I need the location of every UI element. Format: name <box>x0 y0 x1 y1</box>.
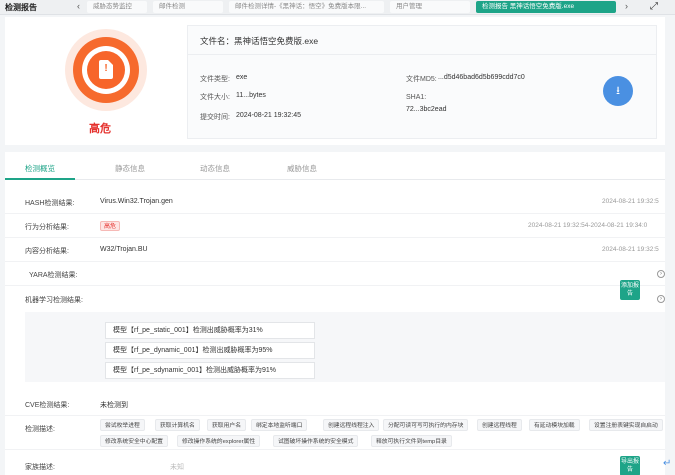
page: 检测报告 ‹ 威胁态势监控 邮件检测 邮件检测详情-《黑神话：悟空》免费版本限.… <box>0 0 675 475</box>
result-row-cve: CVE检测结果: 未检测到 <box>5 392 665 416</box>
subtab-dynamic[interactable]: 动态信息 <box>200 163 230 174</box>
behavior-chip: 试图破坏操作系统的安全模式 <box>273 435 359 447</box>
tab-report-active[interactable]: 检测报告 黑神话悟空免费版.exe <box>476 1 616 13</box>
subtab-active-indicator <box>5 178 75 180</box>
behavior-chip: 设置注册表键实现自启动 <box>589 419 663 431</box>
content-result-time: 2024-08-21 19:32:5 <box>602 246 659 253</box>
tab-mail-detect[interactable]: 邮件检测 <box>153 1 223 13</box>
hash-result-time: 2024-08-21 19:32:5 <box>602 198 659 205</box>
hash-result-value: Virus.Win32.Trojan.gen <box>100 198 173 205</box>
sha1-label: SHA1: <box>406 94 427 101</box>
md5-value: ...d5d46bad6d5b699cdd7c0 <box>438 74 525 81</box>
behavior-chip: 释放可执行文件到temp目录 <box>371 435 452 447</box>
ml-result-item: 模型【rf_pe_static_001】检测出威胁概率为31% <box>105 322 315 339</box>
export-report-button[interactable]: 导出报告 <box>620 456 640 475</box>
yara-expand-icon[interactable]: › <box>657 270 665 278</box>
result-row-ml: 机器学习检测结果: › <box>5 287 665 311</box>
behavior-chip: 修改操作系统的explorer属性 <box>177 435 261 447</box>
result-row-yara: YARA检测结果: › <box>5 262 665 286</box>
behavior-chip: 修改系统安全中心配置 <box>100 435 168 447</box>
top-bar: 检测报告 ‹ 威胁态势监控 邮件检测 邮件检测详情-《黑神话：悟空》免费版本限.… <box>0 0 675 15</box>
content-result-value: W32/Trojan.BU <box>100 246 148 253</box>
family-desc-label: 家族描述: <box>25 464 55 471</box>
subtab-overview[interactable]: 检测概览 <box>25 163 55 174</box>
behavior-chip: 分配可读可写可执行的内存块 <box>383 419 469 431</box>
sha1-value: 72...3bc2ead <box>406 106 447 113</box>
risk-icon: ! <box>65 29 147 111</box>
behavior-result-label: 行为分析结果: <box>25 224 69 231</box>
report-header-card: ! 高危 文件名：黑神话悟空免费版.exe 文件类型: exe 文件大小: 11… <box>5 17 665 145</box>
behavior-chip: 尝试枚举进程 <box>100 419 145 431</box>
result-row-detect-desc: 检测描述: 尝试枚举进程 获取计算机名 获取用户名 绑定本地监听端口 创建远程线… <box>5 280 665 450</box>
file-size-value: 11...bytes <box>236 92 266 99</box>
tabs-prev-icon[interactable]: ‹ <box>77 1 80 11</box>
submit-time-label: 提交时间: <box>200 114 230 121</box>
md5-label: 文件MD5: <box>406 76 437 83</box>
behavior-chip: 有延动模块加载 <box>529 419 580 431</box>
result-row-hash: HASH检测结果: Virus.Win32.Trojan.gen 2024-08… <box>5 190 665 214</box>
behavior-chip: 获取用户名 <box>207 419 246 431</box>
tab-user-manage[interactable]: 用户管理 <box>390 1 470 13</box>
tab-mail-detail[interactable]: 邮件检测详情-《黑神话：悟空》免费版本限... <box>229 1 384 13</box>
tabs-next-icon[interactable]: › <box>625 1 628 11</box>
risk-level-label: 高危 <box>89 123 111 135</box>
report-subtabs: 检测概览 静态信息 动态信息 威胁信息 <box>5 152 665 180</box>
behavior-chip: 创建远程线程 <box>477 419 522 431</box>
ml-result-label: 机器学习检测结果: <box>25 297 83 304</box>
app-title: 检测报告 <box>5 3 37 12</box>
subtab-threat[interactable]: 威胁信息 <box>287 163 317 174</box>
cve-result-label: CVE检测结果: <box>25 402 70 409</box>
behavior-chip: 创建远程线程注入 <box>323 419 380 431</box>
cve-result-value: 未检测到 <box>100 402 128 409</box>
file-size-label: 文件大小: <box>200 94 230 101</box>
family-desc-value: 未知 <box>170 464 184 471</box>
download-icon: ⭳ <box>616 85 620 97</box>
ml-result-item: 模型【rf_pe_dynamic_001】检测出威胁概率为95% <box>105 342 315 359</box>
submit-time-value: 2024-08-21 19:32:45 <box>236 112 301 119</box>
add-report-button[interactable]: 添加报告 <box>620 280 640 300</box>
yara-result-label: YARA检测结果: <box>29 272 78 279</box>
file-info-panel: 文件名：黑神话悟空免费版.exe 文件类型: exe 文件大小: 11...by… <box>187 25 657 139</box>
result-row-family: 家族描述: 未知 <box>5 454 665 475</box>
behavior-risk-badge: 高危 <box>100 221 121 231</box>
subtab-static[interactable]: 静态信息 <box>115 163 145 174</box>
report-main-card: 检测概览 静态信息 动态信息 威胁信息 HASH检测结果: Virus.Win3… <box>5 152 665 475</box>
result-row-behavior: 行为分析结果: 高危 2024-08-21 19:32:54-2024-08-2… <box>5 214 665 238</box>
tab-threat-monitor[interactable]: 威胁态势监控 <box>87 1 147 13</box>
behavior-chip: 绑定本地监听端口 <box>251 419 308 431</box>
file-type-label: 文件类型: <box>200 76 230 83</box>
ml-results-box: 模型【rf_pe_static_001】检测出威胁概率为31% 模型【rf_pe… <box>25 312 665 382</box>
hash-result-label: HASH检测结果: <box>25 200 75 207</box>
file-type-value: exe <box>236 74 248 81</box>
ml-expand-icon[interactable]: › <box>657 295 665 303</box>
result-row-content: 内容分析结果: W32/Trojan.BU 2024-08-21 19:32:5 <box>5 238 665 262</box>
file-warning-icon: ! <box>99 60 113 79</box>
download-button[interactable]: ⭳ <box>603 76 633 106</box>
behavior-result-time: 2024-08-21 19:32:54-2024-08-21 19:34:0 <box>528 222 648 229</box>
content-result-label: 内容分析结果: <box>25 248 69 255</box>
return-icon[interactable]: ↵ <box>663 458 671 469</box>
expand-icon[interactable]: ⤢ <box>650 1 658 12</box>
ml-result-item: 模型【rf_pe_sdynamic_001】检测出威胁概率为91% <box>105 362 315 379</box>
behavior-chip: 获取计算机名 <box>155 419 200 431</box>
file-name: 文件名：黑神话悟空免费版.exe <box>200 36 319 46</box>
detect-desc-label: 检测描述: <box>25 426 55 433</box>
